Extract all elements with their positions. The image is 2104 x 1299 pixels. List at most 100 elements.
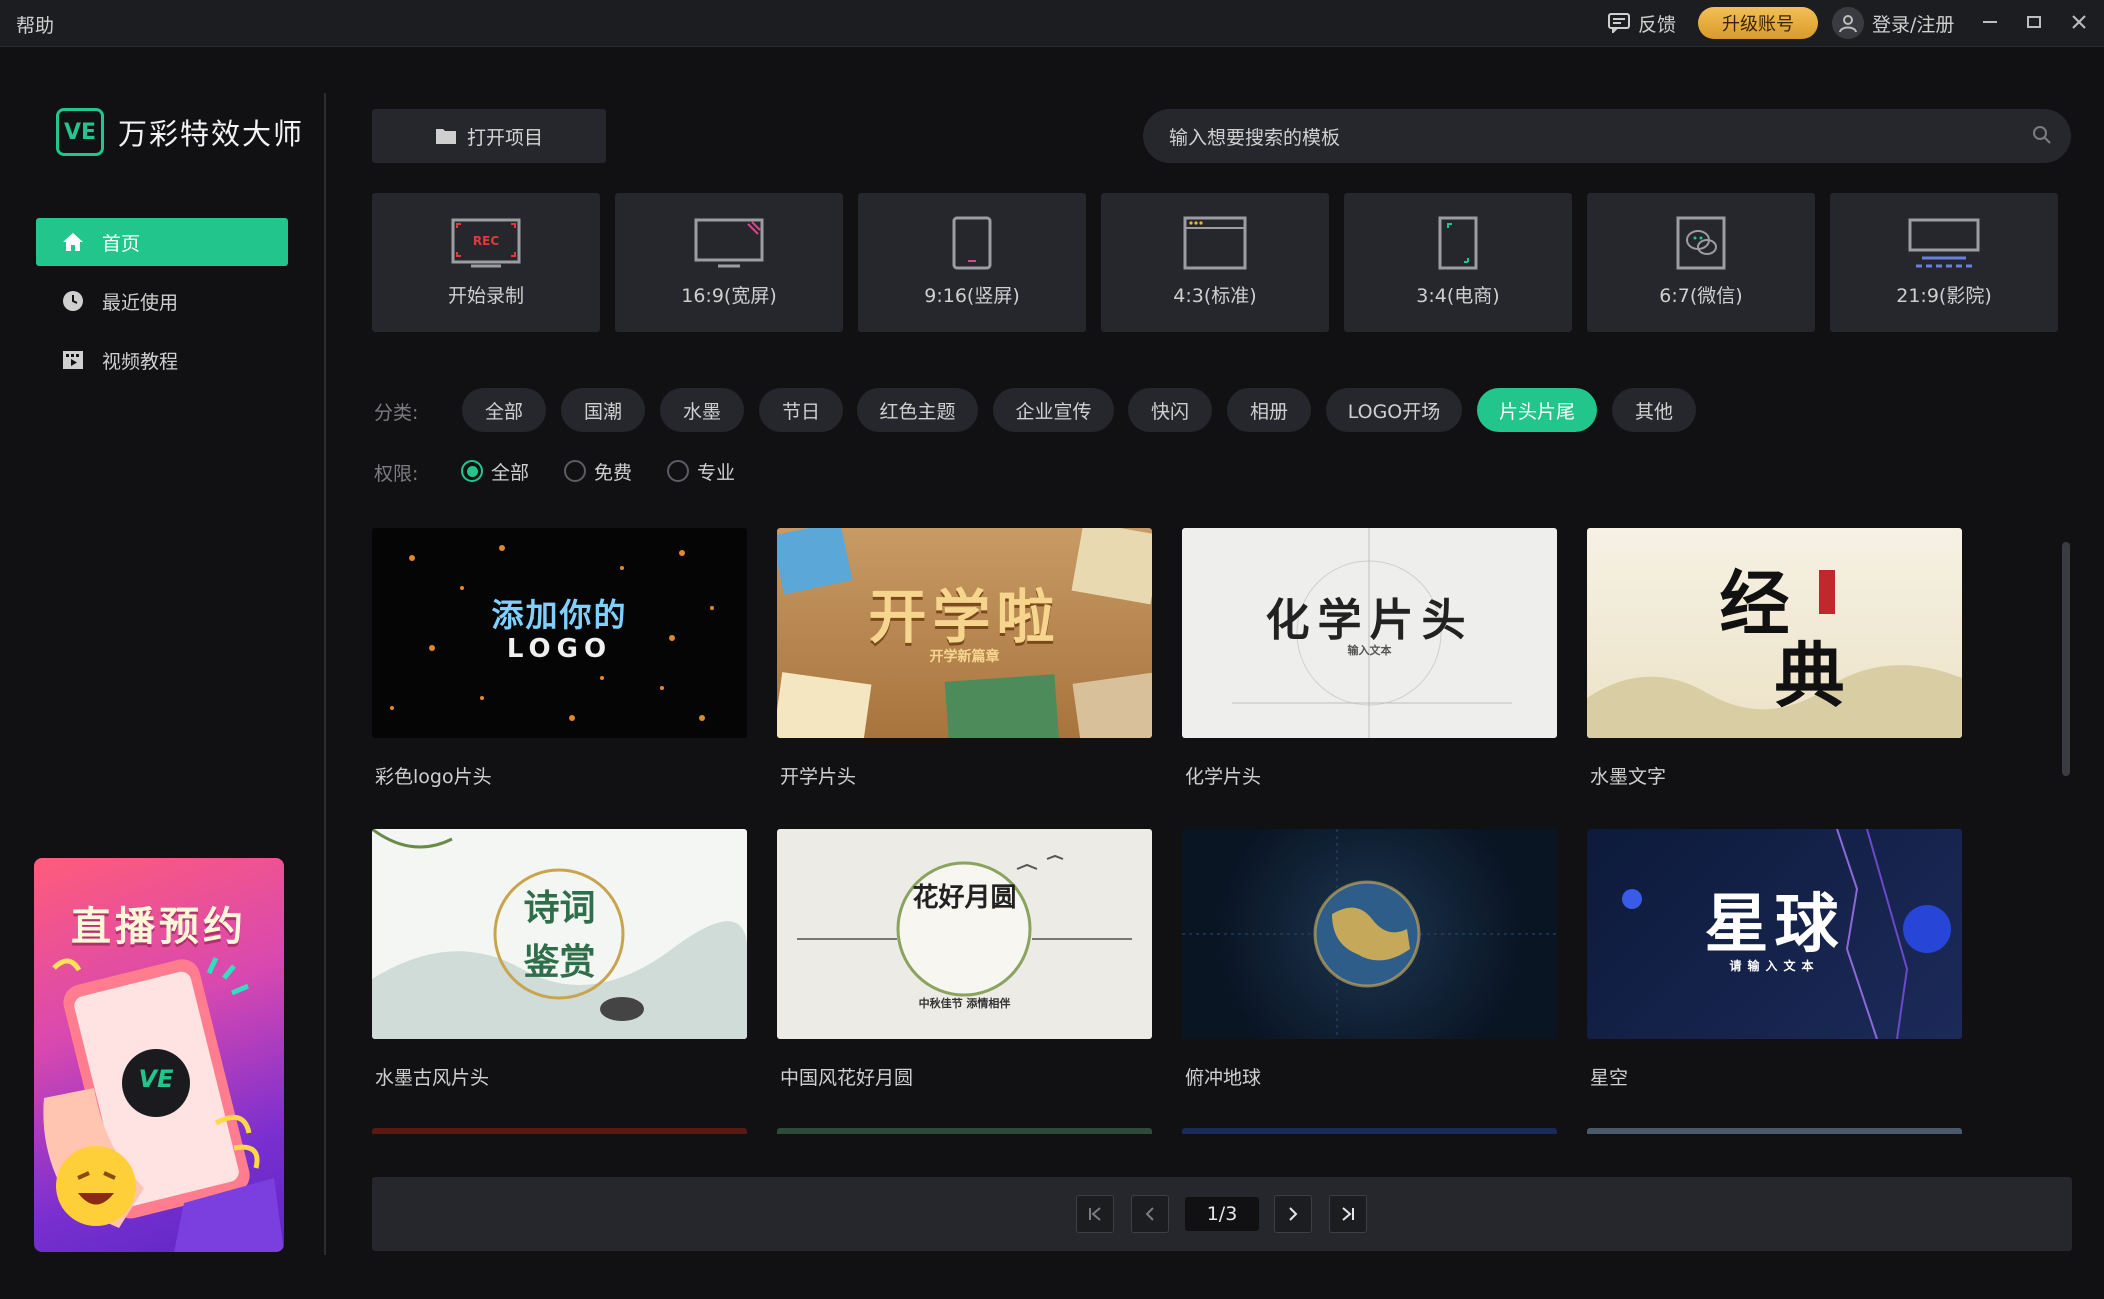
template-card[interactable]: 花好月圆 中秋佳节 添情相伴 中国风花好月圆 (777, 829, 1152, 1090)
category-chip-ink[interactable]: 水墨 (660, 388, 744, 432)
thumbnail-text: 请输入文本 (1729, 959, 1820, 973)
ratio-label: 3:4(电商) (1416, 285, 1500, 307)
maximize-icon[interactable] (2017, 8, 2051, 36)
category-chip-all[interactable]: 全部 (462, 388, 546, 432)
sidebar-item-label: 最近使用 (102, 291, 179, 314)
template-card[interactable]: 开学啦 开学新篇章 开学片头 (777, 528, 1152, 789)
open-project-label: 打开项目 (466, 126, 543, 149)
template-card-peek (372, 1128, 747, 1134)
film-icon (63, 351, 83, 369)
login-register-button[interactable]: 登录/注册 (1832, 7, 1955, 39)
ratio-16-9-tile[interactable]: 16:9(宽屏) (615, 193, 843, 332)
live-booking-banner[interactable]: 直播预约 VE (34, 858, 284, 1252)
template-title: 水墨文字 (1590, 766, 1667, 788)
start-recording-tile[interactable]: REC 开始录制 (372, 193, 600, 332)
pagination-bar: 1/3 (372, 1177, 2072, 1251)
page-indicator: 1/3 (1185, 1197, 1259, 1231)
template-card[interactable]: 经 典 水墨文字 (1587, 528, 1962, 789)
clock-icon (63, 291, 83, 311)
next-page-icon[interactable] (1274, 1195, 1312, 1233)
thumbnail-text: 开学啦 (868, 583, 1061, 651)
thumbnail-text: 典 (1774, 634, 1845, 717)
first-page-icon[interactable] (1076, 1195, 1114, 1233)
feedback-icon (1608, 13, 1630, 33)
sidebar-item-recent[interactable]: 最近使用 (36, 277, 288, 325)
template-search-input[interactable]: 输入想要搜索的模板 (1143, 109, 2071, 163)
category-chip-guochao[interactable]: 国潮 (561, 388, 645, 432)
radio-dot (667, 460, 689, 482)
category-chip-album[interactable]: 相册 (1227, 388, 1311, 432)
radio-dot (564, 460, 586, 482)
ratio-6-7-tile[interactable]: 6:7(微信) (1587, 193, 1815, 332)
template-thumbnail (1182, 829, 1557, 1039)
search-icon[interactable] (2031, 124, 2053, 146)
radio-label: 免费 (594, 461, 633, 484)
sidebar-item-label: 视频教程 (102, 350, 179, 373)
template-card-peek (1182, 1128, 1557, 1134)
thumbnail-text: LOGO (506, 634, 613, 664)
template-card[interactable]: 诗词 鉴赏 水墨古风片头 (372, 829, 747, 1090)
feedback-label: 反馈 (1638, 13, 1677, 36)
permission-radio-free[interactable]: 免费 (564, 459, 633, 484)
ratio-label: 16:9(宽屏) (681, 285, 777, 307)
category-chip-festival[interactable]: 节日 (759, 388, 843, 432)
ratio-label: 4:3(标准) (1173, 285, 1257, 307)
folder-icon (435, 129, 456, 144)
feedback-button[interactable]: 反馈 (1608, 8, 1676, 38)
last-page-icon[interactable] (1329, 1195, 1367, 1233)
standard-screen-icon (1101, 215, 1329, 271)
radio-label: 全部 (491, 461, 530, 484)
template-card[interactable]: 星球 请输入文本 星空 (1587, 829, 1962, 1090)
thumbnail-text: 输入文本 (1347, 644, 1392, 657)
ecommerce-icon (1344, 215, 1572, 271)
template-card-peek (1587, 1128, 1962, 1134)
help-menu[interactable]: 帮助 (16, 11, 54, 38)
close-icon[interactable] (2062, 8, 2096, 36)
category-chip-logo-opening[interactable]: LOGO开场 (1326, 388, 1462, 432)
ratio-label: 21:9(影院) (1896, 285, 1992, 307)
thumbnail-text: 花好月圆 (912, 883, 1017, 913)
category-label: 分类: (374, 402, 419, 424)
title-bar: 帮助 反馈 升级账号 登录/注册 (0, 0, 2104, 47)
template-card[interactable]: 化学片头 输入文本 化学片头 (1182, 528, 1557, 789)
ratio-4-3-tile[interactable]: 4:3(标准) (1101, 193, 1329, 332)
minimize-icon[interactable] (1973, 8, 2007, 36)
template-thumbnail: 添加你的 LOGO (372, 528, 747, 738)
sidebar-divider (324, 93, 326, 1255)
template-title: 星空 (1590, 1067, 1629, 1089)
category-chip-intro-outro[interactable]: 片头片尾 (1477, 388, 1597, 432)
permission-radio-all[interactable]: 全部 (461, 459, 530, 484)
template-card[interactable]: 俯冲地球 (1182, 829, 1557, 1090)
ratio-21-9-tile[interactable]: 21:9(影院) (1830, 193, 2058, 332)
login-label: 登录/注册 (1872, 13, 1955, 36)
sidebar-item-home[interactable]: 首页 (36, 218, 288, 266)
prev-page-icon[interactable] (1131, 1195, 1169, 1233)
category-chip-corporate[interactable]: 企业宣传 (993, 388, 1114, 432)
sidebar-item-label: 首页 (102, 232, 141, 255)
category-chip-other[interactable]: 其他 (1612, 388, 1696, 432)
sidebar-item-video-tutorial[interactable]: 视频教程 (36, 336, 288, 384)
ratio-9-16-tile[interactable]: 9:16(竖屏) (858, 193, 1086, 332)
template-title: 水墨古风片头 (375, 1067, 490, 1089)
category-chip-red-theme[interactable]: 红色主题 (857, 388, 978, 432)
ratio-label: 9:16(竖屏) (924, 285, 1020, 307)
record-icon: REC (372, 215, 600, 271)
permission-radio-pro[interactable]: 专业 (667, 459, 735, 484)
template-title: 化学片头 (1185, 766, 1262, 788)
template-title: 开学片头 (780, 766, 857, 788)
template-card[interactable]: 添加你的 LOGO 彩色logo片头 (372, 528, 747, 789)
upgrade-account-button[interactable]: 升级账号 (1698, 7, 1818, 39)
template-thumbnail: 化学片头 输入文本 (1182, 528, 1557, 738)
template-card-peek (777, 1128, 1152, 1134)
thumbnail-text: 诗词 (523, 887, 596, 929)
grid-scrollbar[interactable] (2062, 542, 2070, 776)
ratio-3-4-tile[interactable]: 3:4(电商) (1344, 193, 1572, 332)
app-logo: VE 万彩特效大师 (56, 108, 304, 156)
thumbnail-text: 开学新篇章 (929, 649, 1000, 665)
template-title: 俯冲地球 (1185, 1067, 1262, 1089)
category-chip-flash[interactable]: 快闪 (1128, 388, 1212, 432)
search-placeholder: 输入想要搜索的模板 (1169, 126, 1341, 149)
template-thumbnail: 星球 请输入文本 (1587, 829, 1962, 1039)
open-project-button[interactable]: 打开项目 (372, 109, 606, 163)
ratio-label: 开始录制 (447, 285, 524, 307)
